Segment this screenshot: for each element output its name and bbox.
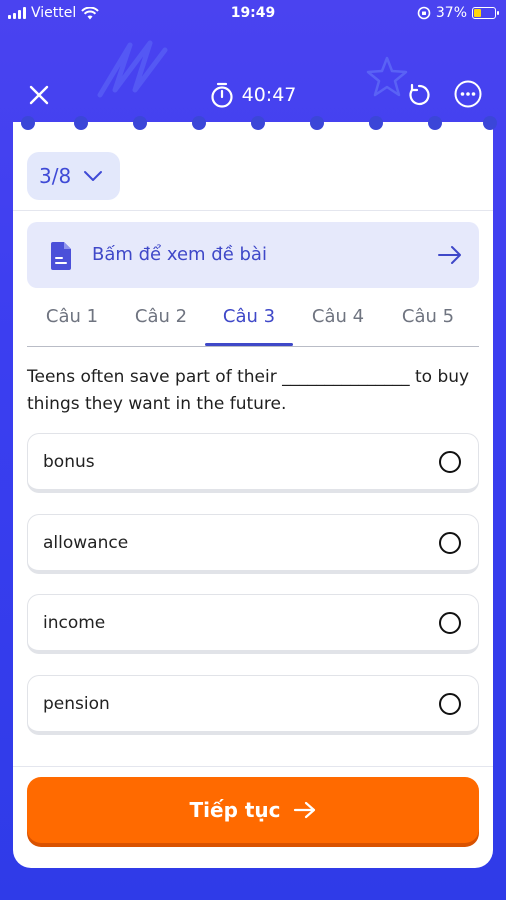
more-button[interactable] (452, 78, 484, 110)
chevron-down-icon (84, 171, 103, 181)
top-bar: 40:47 (0, 70, 506, 120)
view-task-button[interactable]: Bấm để xem đề bài (27, 222, 479, 288)
continue-button[interactable]: Tiếp tục (27, 777, 479, 843)
divider (13, 766, 493, 767)
question-card: 3/8 Bấm để xem đề bài Câu 1 Câu 2 Câu 3 … (13, 116, 497, 868)
stopwatch-icon (211, 82, 233, 108)
arrow-right-icon (438, 246, 461, 264)
option-allowance[interactable]: allowance (27, 514, 479, 574)
status-right: 37% (417, 5, 499, 21)
question-tabs: Câu 1 Câu 2 Câu 3 Câu 4 Câu 5 (27, 298, 479, 348)
more-icon (454, 80, 482, 108)
reset-button[interactable] (404, 80, 434, 110)
reset-icon (409, 83, 430, 106)
radio-button[interactable] (439, 532, 461, 554)
timer-value: 40:47 (241, 84, 297, 106)
battery-percent: 37% (435, 5, 467, 21)
progress-dropdown[interactable]: 3/8 (27, 152, 120, 200)
option-bonus[interactable]: bonus (27, 433, 479, 493)
tab-cau-1[interactable]: Câu 1 (27, 306, 117, 327)
view-task-label: Bấm để xem đề bài (92, 244, 267, 265)
tab-cau-3[interactable]: Câu 3 (204, 306, 294, 327)
radio-button[interactable] (439, 693, 461, 715)
tabs-baseline (27, 346, 479, 347)
option-pension[interactable]: pension (27, 675, 479, 735)
orientation-lock-icon (417, 6, 431, 20)
tab-cau-5[interactable]: Câu 5 (383, 306, 473, 327)
tab-cau-2[interactable]: Câu 2 (116, 306, 206, 327)
tab-cau-4[interactable]: Câu 4 (293, 306, 383, 327)
battery-icon (472, 7, 499, 19)
option-label: bonus (43, 452, 95, 472)
arrow-right-icon (293, 801, 315, 819)
option-label: allowance (43, 533, 129, 553)
continue-label: Tiếp tục (189, 798, 281, 822)
status-bar: Viettel 19:49 37% (0, 0, 506, 28)
notebook-rings (13, 116, 497, 134)
option-label: pension (43, 694, 110, 714)
option-income[interactable]: income (27, 594, 479, 654)
option-label: income (43, 613, 106, 633)
divider (13, 210, 493, 211)
document-icon (51, 242, 71, 270)
progress-label: 3/8 (39, 164, 72, 188)
question-text: Teens often save part of their _________… (27, 367, 470, 414)
radio-button[interactable] (439, 451, 461, 473)
radio-button[interactable] (439, 612, 461, 634)
active-tab-indicator (205, 343, 293, 346)
